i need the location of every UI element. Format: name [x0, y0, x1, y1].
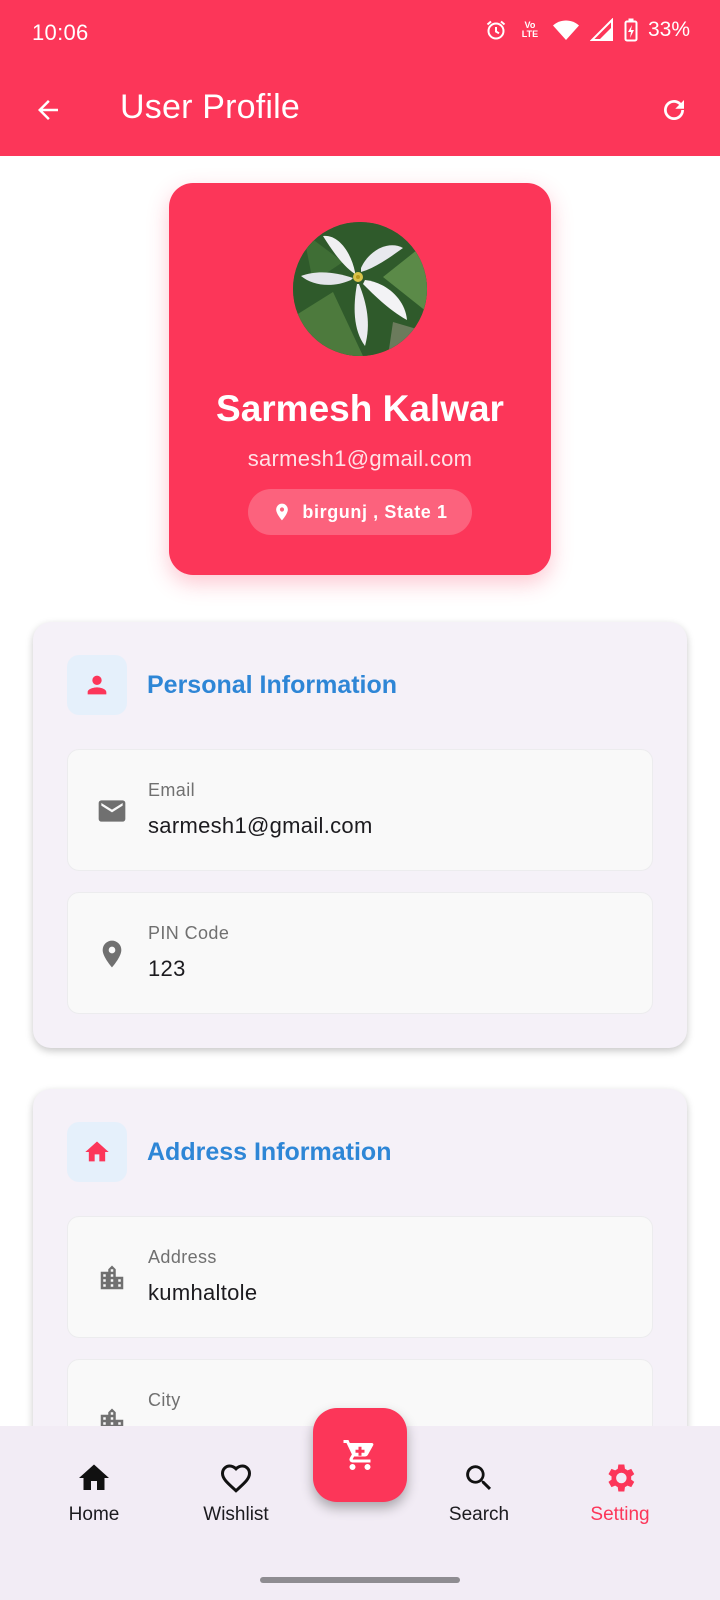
personal-info-title: Personal Information — [147, 670, 398, 699]
home-indicator[interactable] — [260, 1577, 460, 1583]
top-bar: 10:06 Vo LTE 33% User Profile — [0, 0, 720, 156]
volte-bottom: LTE — [521, 29, 539, 39]
status-icons: Vo LTE 33% — [484, 18, 690, 42]
back-button[interactable] — [22, 84, 74, 136]
nav-item-wishlist[interactable]: Wishlist — [176, 1460, 296, 1526]
person-icon-box — [67, 655, 127, 715]
building-icon — [95, 1261, 129, 1295]
nav-item-search[interactable]: Search — [419, 1460, 539, 1526]
profile-email: sarmesh1@gmail.com — [247, 446, 473, 471]
home-icon — [85, 1141, 109, 1162]
signal-icon — [589, 18, 614, 42]
pin-code-tile: PIN Code 123 — [67, 892, 653, 1014]
app-bar: User Profile — [0, 64, 720, 156]
pin-code-label: PIN Code — [148, 923, 230, 943]
page-title: User Profile — [120, 88, 301, 126]
address-tile: Address kumhaltole — [67, 1216, 653, 1338]
arrow-back-icon — [38, 100, 58, 120]
nav-item-home[interactable]: Home — [34, 1460, 154, 1526]
volte-icon: Vo LTE — [518, 21, 542, 39]
profile-card: Sarmesh Kalwar sarmesh1@gmail.com birgun… — [169, 183, 551, 575]
nav-label-search: Search — [448, 1504, 510, 1525]
home-icon-box — [67, 1122, 127, 1182]
nav-label-home: Home — [68, 1504, 120, 1525]
address-value: kumhaltole — [148, 1280, 258, 1305]
refresh-button[interactable] — [648, 84, 700, 136]
alarm-icon — [484, 18, 508, 42]
location-text: birgunj , State 1 — [302, 501, 448, 522]
cart-button[interactable] — [313, 1408, 407, 1502]
gear-icon — [560, 1460, 680, 1496]
heart-icon — [176, 1460, 296, 1496]
address-label: Address — [148, 1247, 217, 1267]
status-time: 10:06 — [32, 20, 89, 45]
personal-info-card: Personal Information Email sarmesh1@gmai… — [33, 622, 687, 1048]
address-info-header: Address Information — [67, 1122, 391, 1182]
pin-code-value: 123 — [148, 956, 186, 981]
nav-label-setting: Setting — [590, 1504, 650, 1525]
email-label: Email — [148, 780, 196, 800]
nav-label-wishlist: Wishlist — [203, 1504, 269, 1525]
wifi-icon — [552, 19, 580, 41]
location-pin-icon — [276, 503, 289, 521]
cart-icon — [343, 1440, 374, 1470]
status-bar: 10:06 Vo LTE 33% — [0, 0, 720, 64]
city-label: City — [148, 1390, 181, 1410]
person-icon — [87, 675, 107, 695]
profile-name: Sarmesh Kalwar — [216, 388, 504, 429]
personal-info-header: Personal Information — [67, 655, 397, 715]
nav-item-setting[interactable]: Setting — [560, 1460, 680, 1526]
search-icon — [419, 1460, 539, 1496]
battery-icon — [624, 18, 638, 42]
home-icon — [34, 1460, 154, 1496]
battery-percent: 33% — [647, 18, 690, 41]
refresh-icon — [664, 100, 684, 120]
avatar[interactable] — [293, 222, 427, 356]
address-info-title: Address Information — [147, 1137, 392, 1166]
email-value: sarmesh1@gmail.com — [148, 813, 373, 838]
location-pin-icon — [95, 937, 129, 971]
mail-icon — [95, 794, 129, 828]
email-tile: Email sarmesh1@gmail.com — [67, 749, 653, 871]
location-chip: birgunj , State 1 — [248, 489, 472, 535]
